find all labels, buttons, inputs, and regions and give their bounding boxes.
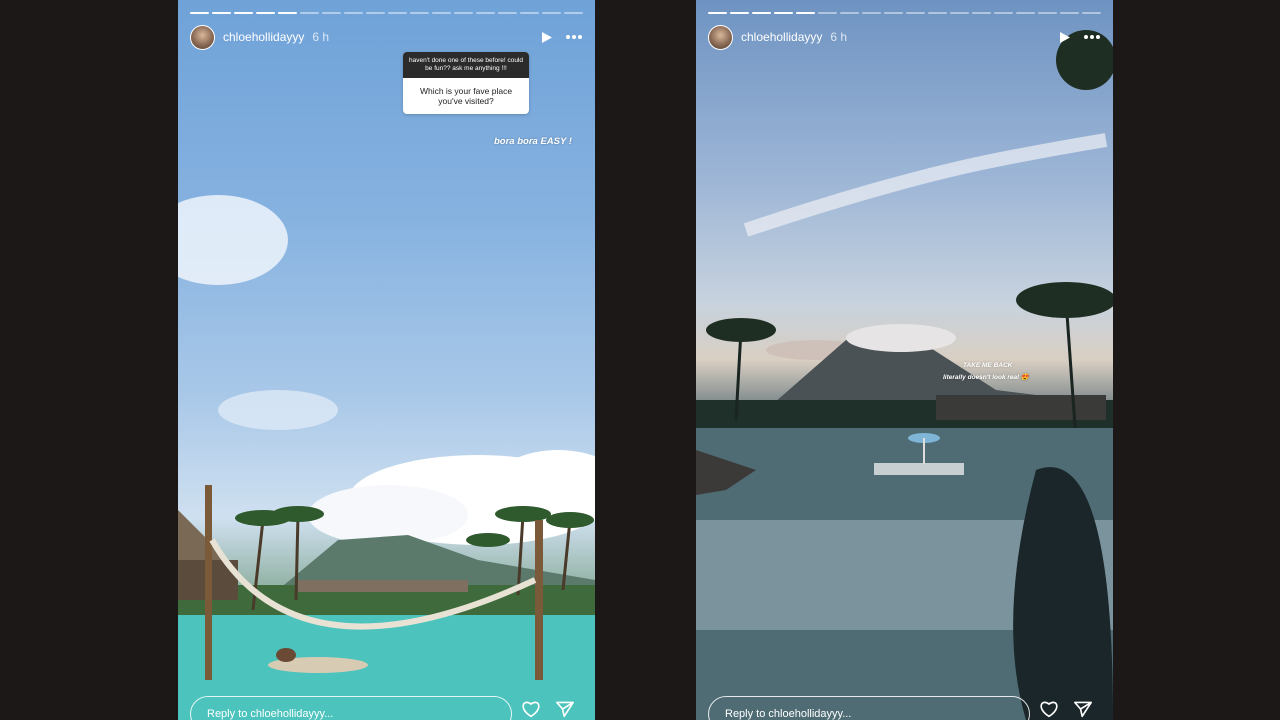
progress-segment — [234, 12, 253, 14]
question-prompt: haven't done one of these before! could … — [403, 52, 529, 78]
progress-segment — [730, 12, 749, 14]
question-sticker[interactable]: haven't done one of these before! could … — [403, 52, 529, 114]
more-options-icon[interactable] — [1083, 34, 1101, 40]
send-icon[interactable] — [555, 700, 575, 718]
story-image-bora-bora — [178, 195, 595, 720]
heart-icon[interactable] — [521, 700, 541, 718]
progress-segment — [454, 12, 473, 14]
progress-segment — [774, 12, 793, 14]
heart-icon[interactable] — [1039, 700, 1059, 718]
progress-segment — [278, 12, 297, 14]
progress-segment — [498, 12, 517, 14]
progress-segment — [520, 12, 539, 14]
progress-segment — [840, 12, 859, 14]
progress-segment — [432, 12, 451, 14]
answer-text: bora bora EASY ! — [494, 136, 572, 147]
caption-line-1: TAKE ME BACK — [963, 362, 1013, 369]
progress-segment — [300, 12, 319, 14]
progress-segment — [190, 12, 209, 14]
progress-segment — [928, 12, 947, 14]
reply-input[interactable]: Reply to chloehollidayyy... — [190, 696, 512, 720]
avatar[interactable] — [708, 24, 733, 50]
play-icon[interactable] — [541, 31, 553, 44]
avatar[interactable] — [190, 24, 215, 50]
story-viewer-left[interactable]: chloehollidayyy 6 h haven't done one of … — [178, 0, 595, 720]
caption-line-2: literally doesn't look real 😍 — [943, 374, 1029, 381]
story-progress-bar — [190, 12, 583, 14]
progress-segment — [884, 12, 903, 14]
more-options-icon[interactable] — [565, 34, 583, 40]
username[interactable]: chloehollidayyy — [223, 30, 304, 44]
post-time: 6 h — [312, 30, 330, 44]
progress-segment — [366, 12, 385, 14]
story-progress-bar — [708, 12, 1101, 14]
progress-segment — [796, 12, 815, 14]
progress-segment — [476, 12, 495, 14]
progress-segment — [344, 12, 363, 14]
progress-segment — [708, 12, 727, 14]
play-icon[interactable] — [1059, 31, 1071, 44]
progress-segment — [1060, 12, 1079, 14]
progress-segment — [862, 12, 881, 14]
progress-segment — [906, 12, 925, 14]
progress-segment — [818, 12, 837, 14]
progress-segment — [212, 12, 231, 14]
progress-segment — [1038, 12, 1057, 14]
progress-segment — [388, 12, 407, 14]
progress-segment — [322, 12, 341, 14]
story-header: chloehollidayyy 6 h — [190, 24, 583, 50]
progress-segment — [994, 12, 1013, 14]
progress-segment — [564, 12, 583, 14]
post-time: 6 h — [830, 30, 848, 44]
question-text: Which is your fave place you've visited? — [419, 86, 513, 106]
progress-segment — [1082, 12, 1101, 14]
progress-segment — [972, 12, 991, 14]
progress-segment — [410, 12, 429, 14]
reply-placeholder: Reply to chloehollidayyy... — [207, 708, 334, 720]
story-header: chloehollidayyy 6 h — [708, 24, 1101, 50]
story-image-sunset-lagoon — [696, 30, 1113, 720]
progress-segment — [752, 12, 771, 14]
progress-segment — [950, 12, 969, 14]
reply-placeholder: Reply to chloehollidayyy... — [725, 708, 852, 720]
progress-segment — [1016, 12, 1035, 14]
progress-segment — [256, 12, 275, 14]
send-icon[interactable] — [1073, 700, 1093, 718]
story-viewer-right[interactable]: chloehollidayyy 6 h TAKE ME BACK literal… — [696, 0, 1113, 720]
username[interactable]: chloehollidayyy — [741, 30, 822, 44]
progress-segment — [542, 12, 561, 14]
reply-input[interactable]: Reply to chloehollidayyy... — [708, 696, 1030, 720]
